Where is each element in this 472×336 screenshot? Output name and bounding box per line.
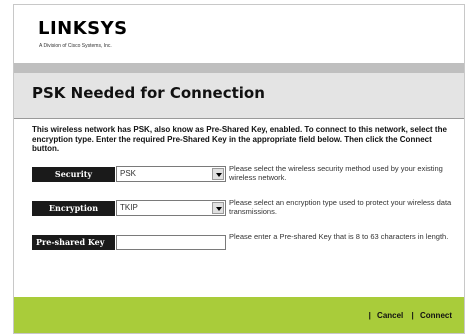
psk-help: Please enter a Pre-shared Key that is 8 … xyxy=(229,232,449,241)
encryption-value: TKIP xyxy=(120,203,138,212)
footer-links: | Cancel | Connect xyxy=(363,311,452,320)
connect-button[interactable]: Connect xyxy=(420,311,452,320)
encryption-help: Please select an encryption type used to… xyxy=(229,198,452,216)
title-bar: PSK Needed for Connection xyxy=(14,73,464,119)
psk-label: Pre-shared Key xyxy=(32,235,115,250)
security-select[interactable]: PSK xyxy=(116,166,226,182)
cancel-button[interactable]: Cancel xyxy=(377,311,403,320)
chevron-down-icon[interactable] xyxy=(212,202,224,214)
header-stripe xyxy=(14,63,464,73)
separator: | xyxy=(368,311,371,320)
psk-input[interactable] xyxy=(116,235,226,250)
psk-row: Pre-shared Key Please enter a Pre-shared… xyxy=(32,232,452,254)
encryption-label: Encryption xyxy=(32,201,115,216)
content-area: This wireless network has PSK, also know… xyxy=(14,120,464,297)
chevron-down-icon[interactable] xyxy=(212,168,224,180)
security-help: Please select the wireless security meth… xyxy=(229,164,443,182)
intro-text: This wireless network has PSK, also know… xyxy=(32,125,447,153)
security-label: Security xyxy=(32,167,115,182)
linksys-logo: LINKSYS xyxy=(38,18,128,39)
footer-bar: | Cancel | Connect xyxy=(14,297,464,333)
encryption-select[interactable]: TKIP xyxy=(116,200,226,216)
security-row: Security PSK Please select the wireless … xyxy=(32,164,452,186)
page-title: PSK Needed for Connection xyxy=(32,84,265,102)
dialog-window: LINKSYS A Division of Cisco Systems, Inc… xyxy=(13,4,465,334)
separator: | xyxy=(411,311,414,320)
logo-tagline: A Division of Cisco Systems, Inc. xyxy=(39,43,112,49)
encryption-row: Encryption TKIP Please select an encrypt… xyxy=(32,198,452,220)
security-value: PSK xyxy=(120,169,137,178)
header: LINKSYS A Division of Cisco Systems, Inc… xyxy=(14,5,464,63)
